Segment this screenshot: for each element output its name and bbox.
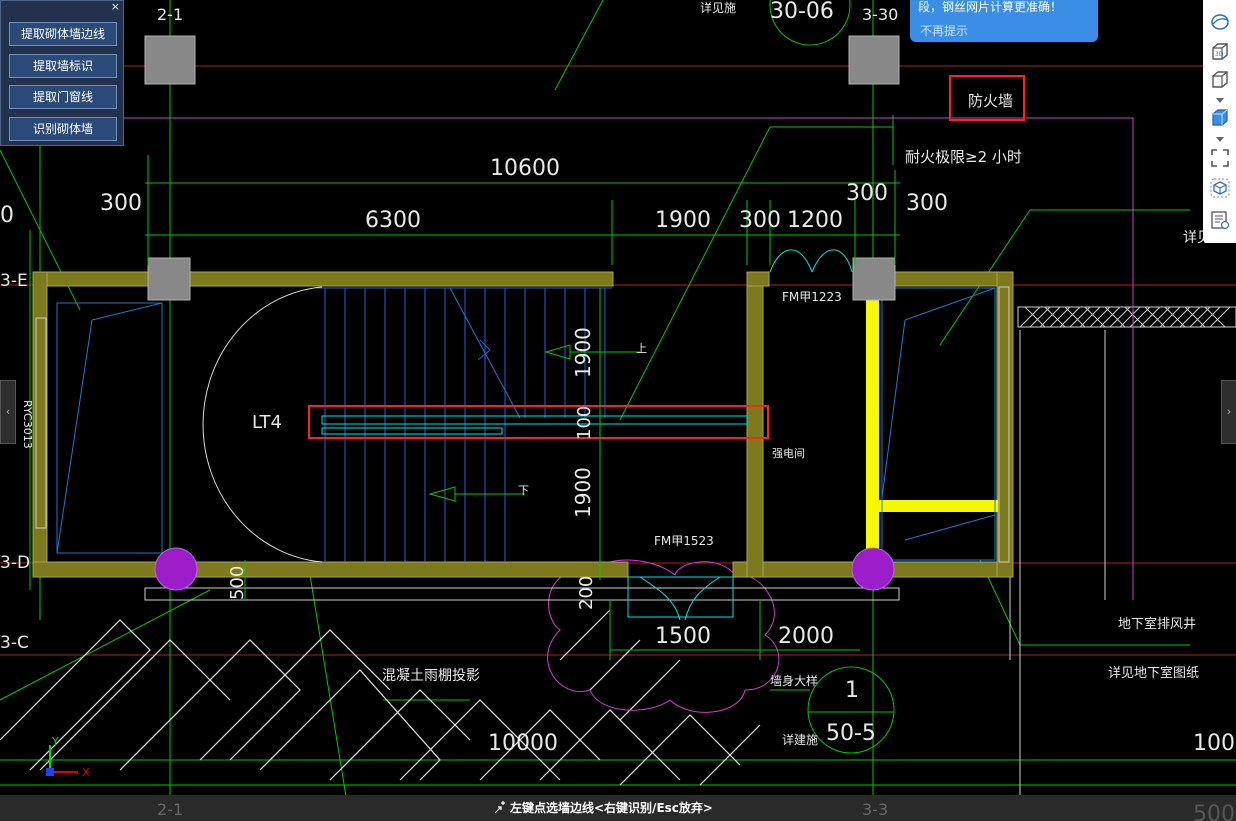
dim-10600: 10600	[490, 156, 560, 181]
dim-2000: 2000	[778, 624, 834, 649]
properties-list-icon[interactable]	[1210, 210, 1230, 230]
dim-100: 100	[574, 406, 595, 440]
dim-1900-v1: 1900	[571, 327, 595, 378]
dim-200: 200	[576, 576, 597, 610]
basement-ref-label: 详见地下室图纸	[1108, 665, 1199, 681]
identify-masonry-wall-button[interactable]: 识别砌体墙	[9, 117, 117, 141]
command-prompt: 左键点选墙边线<右键识别/Esc放弃>	[510, 801, 713, 815]
axis-label-top-mid: 3-30	[862, 5, 898, 24]
fire-rating-label: 耐火极限≥2 小时	[905, 148, 1022, 166]
isolate-cube-icon[interactable]	[1210, 178, 1230, 198]
right-panel-toggle[interactable]: ›	[1221, 380, 1236, 444]
detail-callout-sheet: 50-5	[826, 721, 876, 746]
extract-wall-label-button[interactable]: 提取墙标识	[9, 54, 117, 78]
dim-300-left: 300	[100, 191, 142, 216]
panel-close-icon[interactable]: ×	[111, 1, 120, 13]
display-dropdown-caret-icon[interactable]	[1216, 137, 1224, 142]
extract-masonry-wall-lines-button[interactable]: 提取砌体墙边线	[9, 22, 117, 46]
detail-ref-label: 详建施	[782, 732, 818, 747]
dim-6300: 6300	[365, 208, 421, 233]
leader-lines	[0, 0, 1236, 821]
axis-label-bottom-mid: 3-3	[862, 800, 888, 819]
stair-handrail	[321, 415, 748, 435]
ucs-y-label: Y	[51, 735, 59, 748]
yellow-wall	[866, 286, 998, 566]
dim-300-mid: 300	[739, 208, 781, 233]
pick-cursor-icon	[494, 801, 505, 814]
wall-detail-label: 墙身大样	[770, 673, 818, 688]
door-fm1523-label: FM甲1523	[654, 534, 714, 548]
cad-canvas[interactable]: 2-1 3-30 30-06 详见施 防火墙 耐火极限≥2 小时 10600 3…	[0, 0, 1236, 821]
stair-label: LT4	[252, 412, 282, 433]
stair-arrows	[428, 344, 640, 502]
hint-tooltip: 段，钢丝网片计算更准确！ 不再提示	[910, 0, 1098, 42]
highlight-boxes	[308, 75, 1025, 439]
hatched-strip	[1017, 306, 1236, 328]
vertical-code: RYC3013	[21, 400, 34, 449]
solid-cube-icon[interactable]	[1210, 108, 1230, 128]
weak-room-label: 强电间	[772, 447, 805, 460]
axis-label-top-left: 2-1	[157, 5, 183, 24]
callout-top: 30-06	[770, 0, 834, 24]
axis-label-3c: 3-C	[0, 633, 29, 653]
left-panel-toggle[interactable]: ‹	[0, 380, 16, 444]
view-toolbar: 3D	[1203, 0, 1236, 243]
svg-text:3D: 3D	[1215, 51, 1224, 58]
dim-1900: 1900	[655, 208, 711, 233]
fullscreen-icon[interactable]	[1210, 148, 1230, 168]
ucs-x-label: X	[82, 766, 90, 779]
dim-1000-right: 1000	[1193, 731, 1236, 756]
wall-recognition-panel: × 提取砌体墙边线 提取墙标识 提取门窗线 识别砌体墙	[0, 0, 124, 146]
down-label: 下	[518, 484, 529, 497]
dim-1900-v2: 1900	[571, 467, 595, 518]
dim-1200: 1200	[787, 208, 843, 233]
door-fm1223-label: FM甲1223	[782, 290, 842, 304]
canopy-label: 混凝土雨棚投影	[382, 668, 480, 684]
detail-ref-top: 详见施	[700, 0, 736, 15]
ground-hatch	[0, 609, 761, 786]
hint-message: 段，钢丝网片计算更准确！	[918, 0, 1063, 14]
extract-door-window-lines-button[interactable]: 提取门窗线	[9, 85, 117, 109]
stair-treads	[316, 287, 612, 562]
dim-1500: 1500	[655, 624, 711, 649]
exhaust-shaft-label: 地下室排风井	[1118, 616, 1196, 632]
dont-show-again-link[interactable]: 不再提示	[920, 22, 968, 39]
view-dropdown-caret-icon[interactable]	[1216, 98, 1224, 103]
columns	[144, 35, 900, 591]
axis-label-bottom-left: 2-1	[157, 800, 183, 819]
up-label: 上	[636, 342, 647, 355]
3d-view-icon[interactable]: 3D	[1210, 42, 1230, 62]
dim-500: 500	[227, 566, 248, 600]
dim-300-right: 300	[906, 191, 948, 216]
axis-label-left-zero: 0	[0, 203, 14, 228]
dim-500-right: 500	[1193, 802, 1235, 821]
orbit-icon[interactable]	[1210, 12, 1230, 32]
command-status-bar: 左键点选墙边线<右键识别/Esc放弃> 2-1 3-3 500	[0, 795, 1236, 821]
firewall-label: 防火墙	[968, 92, 1013, 110]
detail-callout-num: 1	[845, 678, 859, 703]
axis-label-3e: 3-E	[0, 271, 28, 291]
dim-300-top: 300	[846, 181, 888, 206]
axis-label-3d: 3-D	[0, 553, 30, 573]
view-cube-icon[interactable]	[1210, 70, 1230, 90]
dim-10000: 10000	[488, 731, 558, 756]
